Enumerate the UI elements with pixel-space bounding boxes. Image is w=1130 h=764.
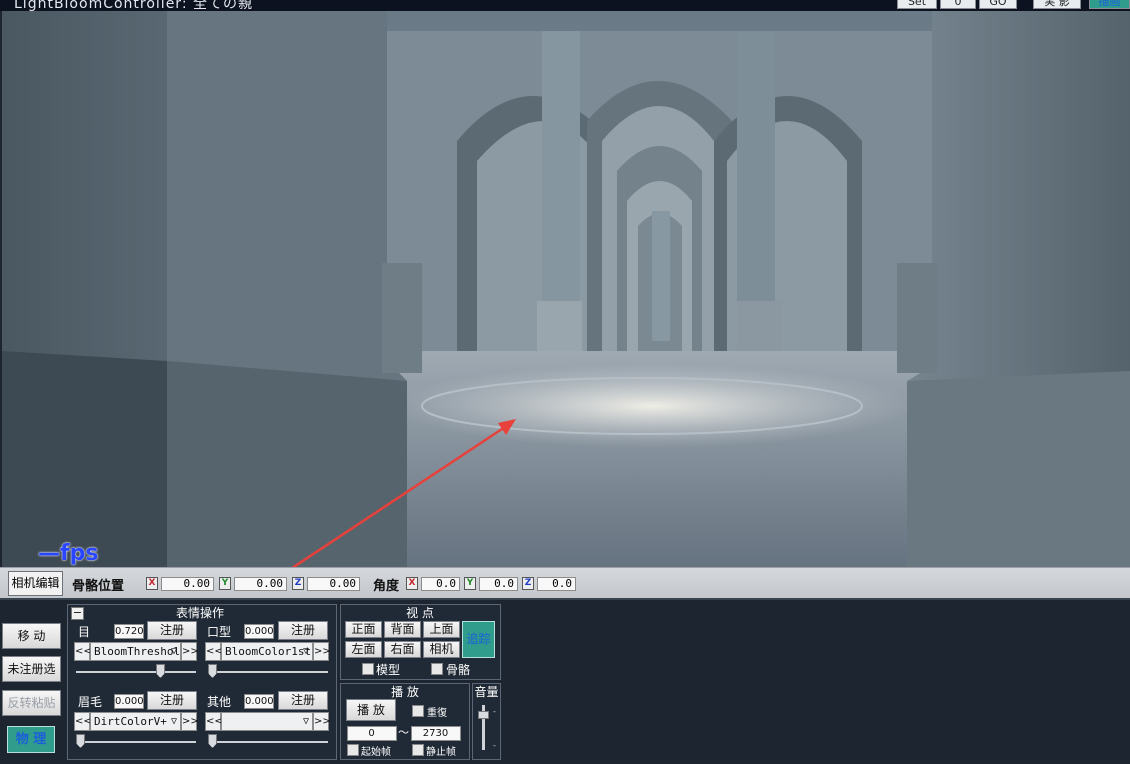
view-right-button[interactable]: 右面 bbox=[384, 641, 421, 658]
chevron-down-icon: ▽ bbox=[170, 646, 177, 657]
mouth-label: 口型 bbox=[207, 625, 232, 639]
eye-morph-value: BloomThreshold bbox=[94, 645, 181, 658]
view-camera-button[interactable]: 相机 bbox=[423, 641, 460, 658]
viewpoint-title: 视 点 bbox=[406, 606, 434, 620]
eyebrow-next-button[interactable]: >> bbox=[181, 712, 199, 731]
unregistered-select-button[interactable]: 未注册选 bbox=[2, 656, 61, 682]
position-y-icon: Y bbox=[219, 577, 231, 590]
repeat-checkbox[interactable] bbox=[412, 705, 424, 717]
view-front-button[interactable]: 正面 bbox=[345, 621, 382, 638]
end-frame-input[interactable]: 2730 bbox=[411, 726, 461, 741]
bone-label: 骨骼 bbox=[446, 663, 471, 677]
play-button[interactable]: 播 放 bbox=[346, 699, 396, 721]
stop-frame-checkbox[interactable] bbox=[412, 744, 424, 756]
bone-position-bar: 相机编辑 骨骼位置 X 0.00 Y 0.00 Z 0.00 角度 X 0.0 … bbox=[0, 567, 1130, 600]
angle-x-icon: X bbox=[406, 577, 418, 590]
other-prev-button[interactable]: << bbox=[205, 712, 223, 731]
render-viewport[interactable]: —fps bbox=[2, 11, 1130, 567]
reverse-paste-button[interactable]: 反转粘贴 bbox=[2, 690, 61, 716]
stop-frame-label: 静止帧 bbox=[426, 747, 456, 758]
eye-morph-select[interactable]: BloomThreshold ▽ bbox=[90, 642, 181, 661]
other-morph-select[interactable]: ▽ bbox=[221, 712, 313, 731]
bone-position-label: 骨骼位置 bbox=[72, 579, 125, 594]
other-register-button[interactable]: 注册 bbox=[278, 691, 328, 710]
position-x-icon: X bbox=[146, 577, 158, 590]
eye-prev-button[interactable]: << bbox=[74, 642, 92, 661]
position-x-input[interactable]: 0.00 bbox=[161, 577, 214, 591]
angle-y-icon: Y bbox=[464, 577, 476, 590]
go-button[interactable]: GO bbox=[979, 0, 1017, 9]
start-frame-label: 起始帧 bbox=[361, 747, 391, 758]
mouth-next-button[interactable]: >> bbox=[313, 642, 331, 661]
position-y-input[interactable]: 0.00 bbox=[234, 577, 287, 591]
expression-title: 表情操作 bbox=[175, 606, 224, 620]
model-checkbox[interactable] bbox=[362, 663, 374, 675]
frame-range-tilde: 〜 bbox=[398, 726, 409, 739]
eyebrow-prev-button[interactable]: << bbox=[74, 712, 92, 731]
eyebrow-morph-value: DirtColorV+ bbox=[94, 715, 167, 728]
angle-x-input[interactable]: 0.0 bbox=[421, 577, 460, 591]
physics-button[interactable]: 物 理 bbox=[7, 726, 55, 753]
model-label: 模型 bbox=[376, 663, 401, 677]
set-button[interactable]: Set bbox=[897, 0, 937, 9]
angle-z-icon: Z bbox=[522, 577, 534, 590]
title-bar: LightBloomController: 全ての親 Set 0 GO 実 影 … bbox=[0, 0, 1130, 11]
camera-edit-button[interactable]: 相机编辑 bbox=[8, 571, 63, 596]
draw-mode-button[interactable]: 描画 bbox=[1089, 0, 1130, 9]
eye-label: 目 bbox=[78, 625, 91, 639]
mouth-morph-select[interactable]: BloomColor1st ▽ bbox=[221, 642, 313, 661]
start-frame-input[interactable]: 0 bbox=[347, 726, 397, 741]
view-back-button[interactable]: 背面 bbox=[384, 621, 421, 638]
collapse-button[interactable]: − bbox=[71, 607, 84, 620]
fps-counter: —fps bbox=[38, 541, 99, 566]
render-button[interactable]: 実 影 bbox=[1033, 0, 1081, 9]
eye-register-button[interactable]: 注册 bbox=[147, 621, 197, 640]
mouth-value-input[interactable]: 0.000 bbox=[244, 624, 274, 639]
bone-checkbox[interactable] bbox=[431, 663, 443, 675]
eyebrow-slider-track[interactable] bbox=[76, 741, 196, 743]
view-top-button[interactable]: 上面 bbox=[423, 621, 460, 638]
eyebrow-register-button[interactable]: 注册 bbox=[147, 691, 197, 710]
eyebrow-label: 眉毛 bbox=[78, 695, 103, 709]
mouth-morph-value: BloomColor1st bbox=[225, 645, 312, 658]
volume-title: 音量 bbox=[474, 685, 499, 699]
eyebrow-value-input[interactable]: 0.000 bbox=[114, 694, 144, 709]
scene-image bbox=[2, 11, 1130, 567]
eye-slider-track[interactable] bbox=[76, 671, 196, 673]
view-left-button[interactable]: 左面 bbox=[345, 641, 382, 658]
angle-z-input[interactable]: 0.0 bbox=[537, 577, 576, 591]
eyebrow-morph-select[interactable]: DirtColorV+ ▽ bbox=[90, 712, 181, 731]
eye-value-input[interactable]: 0.720 bbox=[114, 624, 144, 639]
mouth-prev-button[interactable]: << bbox=[205, 642, 223, 661]
other-value-input[interactable]: 0.000 bbox=[244, 694, 274, 709]
start-frame-checkbox[interactable] bbox=[347, 744, 359, 756]
track-button[interactable]: 追踪 bbox=[462, 621, 495, 658]
volume-min-tick: - bbox=[493, 741, 496, 750]
eye-next-button[interactable]: >> bbox=[181, 642, 199, 661]
mouth-register-button[interactable]: 注册 bbox=[278, 621, 328, 640]
position-z-input[interactable]: 0.00 bbox=[307, 577, 360, 591]
repeat-label: 重復 bbox=[427, 708, 447, 719]
frame-input[interactable]: 0 bbox=[940, 0, 976, 9]
angle-y-input[interactable]: 0.0 bbox=[479, 577, 518, 591]
chevron-down-icon: ▽ bbox=[170, 716, 177, 727]
volume-max-tick: - bbox=[493, 707, 496, 716]
playback-title: 播 放 bbox=[391, 685, 419, 699]
other-slider-track[interactable] bbox=[208, 741, 328, 743]
move-button[interactable]: 移 动 bbox=[2, 623, 61, 649]
mouth-slider-track[interactable] bbox=[208, 671, 328, 673]
position-z-icon: Z bbox=[292, 577, 304, 590]
chevron-down-icon: ▽ bbox=[302, 646, 309, 657]
chevron-down-icon: ▽ bbox=[302, 716, 309, 727]
window-title: LightBloomController: 全ての親 bbox=[14, 0, 253, 11]
angle-label: 角度 bbox=[373, 579, 400, 594]
volume-slider-thumb[interactable] bbox=[478, 711, 489, 719]
other-next-button[interactable]: >> bbox=[313, 712, 331, 731]
other-label: 其他 bbox=[207, 695, 232, 709]
